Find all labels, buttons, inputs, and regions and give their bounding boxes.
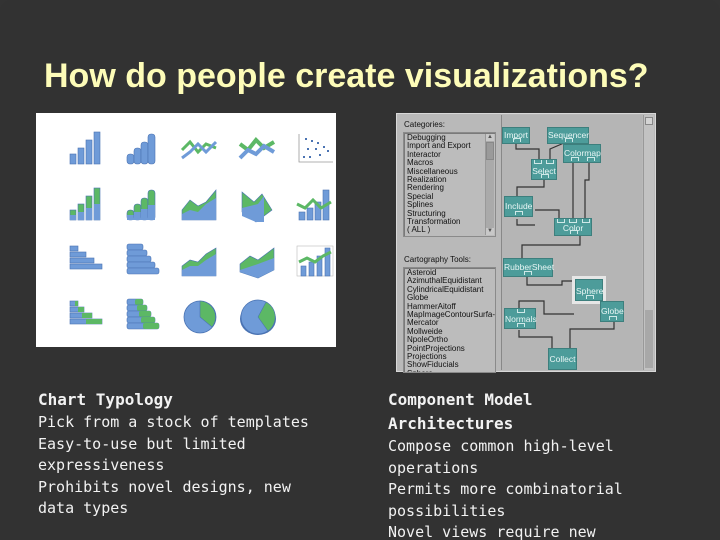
3d-area-chart-icon[interactable]: [241, 191, 273, 223]
node-collect-label: Collect: [549, 354, 576, 364]
wire-include-out: [516, 219, 535, 226]
pie-chart-icon[interactable]: [183, 300, 217, 334]
stacked-bar-chart-icon[interactable]: [69, 300, 103, 325]
bullet-line: Prohibits novel designs, new: [38, 477, 291, 496]
bullet-line: operations: [388, 458, 479, 477]
bullet-line: possibilities: [388, 501, 506, 520]
bullet-line: Novel views require new: [388, 523, 596, 540]
cartography-tool-list-item[interactable]: Sphere: [404, 369, 495, 372]
output-port-icon: [515, 211, 523, 215]
node-color[interactable]: Color: [554, 218, 592, 236]
output-port-icon: [587, 157, 595, 161]
input-port-icon: [557, 219, 565, 223]
3d-stacked-area-chart-icon[interactable]: [239, 247, 275, 279]
categories-label: Categories:: [404, 120, 445, 129]
dataflow-editor-panel: Categories: Debugging Import and Export In…: [396, 113, 656, 373]
chart-typology-heading: Chart Typology: [38, 390, 173, 409]
node-globe-label: Globe: [601, 306, 624, 316]
wire-normals-collect: [518, 330, 553, 348]
3d-bar-chart-icon[interactable]: [126, 243, 160, 275]
wire-colormap-color-2: [584, 162, 590, 218]
output-port-icon: [586, 295, 594, 299]
slide-title: How do people create visualizations?: [44, 57, 649, 95]
input-port-icon: [582, 219, 590, 223]
categories-scrollbar[interactable]: ▲ ▼: [485, 134, 494, 235]
cartography-tools-listbox[interactable]: Asteroid AzimuthalEquidistant CylindricalE…: [403, 267, 496, 373]
node-include-label: Include: [505, 201, 533, 211]
bullet-line: Pick from a stock of templates: [38, 413, 309, 431]
cartography-tools-label: Cartography Tools:: [404, 255, 471, 264]
stacked-area-chart-icon[interactable]: [181, 247, 217, 277]
node-include[interactable]: Include: [504, 196, 533, 217]
wire-globe-collect: [569, 321, 615, 348]
node-colormap-label: Colormap: [564, 148, 601, 158]
component-model-heading-line2: Architectures: [388, 414, 514, 433]
scroll-down-arrow-icon[interactable]: ▼: [486, 228, 494, 235]
bullet-line: data types: [38, 499, 129, 517]
wire-include-color: [535, 209, 560, 218]
canvas-vertical-scrollbar[interactable]: [643, 115, 654, 370]
3d-pie-chart-icon[interactable]: [240, 299, 276, 335]
node-globe[interactable]: Globe: [600, 301, 624, 322]
bullet-line: Easy-to-use but limited: [38, 434, 246, 453]
combo-column-line-chart-icon[interactable]: [296, 189, 332, 221]
chart-typology-gallery: [36, 113, 336, 347]
node-normals[interactable]: Normals: [504, 308, 537, 329]
output-port-icon: [524, 271, 532, 275]
output-port-icon: [565, 138, 573, 142]
wire-rubbersheet-sphere: [526, 277, 574, 286]
column-line-chart-with-grid-icon[interactable]: [296, 245, 334, 277]
node-sequencer[interactable]: Sequencer: [547, 127, 589, 144]
output-port-icon: [571, 157, 579, 161]
output-port-icon: [517, 323, 525, 327]
node-import[interactable]: Import: [502, 127, 530, 144]
output-port-icon: [609, 316, 617, 320]
node-colormap[interactable]: Colormap: [563, 144, 601, 163]
scroll-up-arrow-icon[interactable]: [645, 117, 653, 125]
bullet-line: Compose common high-level: [388, 437, 614, 455]
category-list-item[interactable]: ( ALL ): [404, 226, 495, 235]
3d-stacked-cone-chart-icon[interactable]: [126, 189, 156, 221]
chart-typology-column: Chart Typology Pick from a stock of temp…: [38, 388, 309, 520]
line-chart-icon[interactable]: [180, 139, 218, 160]
component-model-column: Component Model Architectures Compose co…: [388, 388, 623, 540]
chart-gallery-svg: [69, 131, 334, 335]
categories-listbox[interactable]: Debugging Import and Export Interactor Macr…: [403, 132, 496, 237]
scatter-chart-icon[interactable]: [298, 134, 333, 163]
canvas-scroll-thumb[interactable]: [645, 310, 653, 368]
node-select[interactable]: Select: [531, 159, 557, 180]
node-sphere[interactable]: Sphere: [572, 276, 606, 304]
scroll-up-arrow-icon[interactable]: ▲: [486, 134, 494, 141]
3d-cone-column-chart-icon[interactable]: [126, 133, 156, 165]
input-port-icon: [534, 160, 542, 164]
slide: How do people create visualizations? Cat…: [0, 0, 720, 540]
component-model-heading-line1: Component Model: [388, 390, 533, 409]
bullet-line: Permits more combinatorial: [388, 480, 623, 498]
dataflow-canvas[interactable]: Import Sequencer Select Colormap Include: [501, 115, 642, 370]
input-port-icon: [546, 160, 554, 164]
node-rubbersheet[interactable]: RubberSheet: [503, 258, 554, 277]
wire-select-include: [516, 179, 545, 196]
categories-scroll-thumb[interactable]: [486, 142, 494, 160]
output-port-icon: [541, 174, 549, 178]
3d-stacked-bar-chart-icon[interactable]: [126, 298, 160, 330]
bar-chart-icon[interactable]: [69, 245, 103, 270]
column-chart-icon[interactable]: [69, 131, 101, 165]
bullet-line: expressiveness: [38, 456, 165, 474]
area-chart-icon[interactable]: [181, 189, 217, 221]
input-port-icon: [517, 309, 525, 313]
wire-color-rubbersheet: [521, 235, 581, 258]
3d-line-chart-icon[interactable]: [238, 137, 276, 160]
node-collect[interactable]: Collect: [548, 348, 577, 370]
wire-sequencer-select: [549, 142, 565, 159]
output-port-icon: [570, 230, 578, 234]
stacked-column-chart-icon[interactable]: [69, 187, 101, 221]
input-port-icon: [569, 219, 577, 223]
wire-import-select: [515, 143, 540, 159]
output-port-icon: [513, 138, 521, 142]
